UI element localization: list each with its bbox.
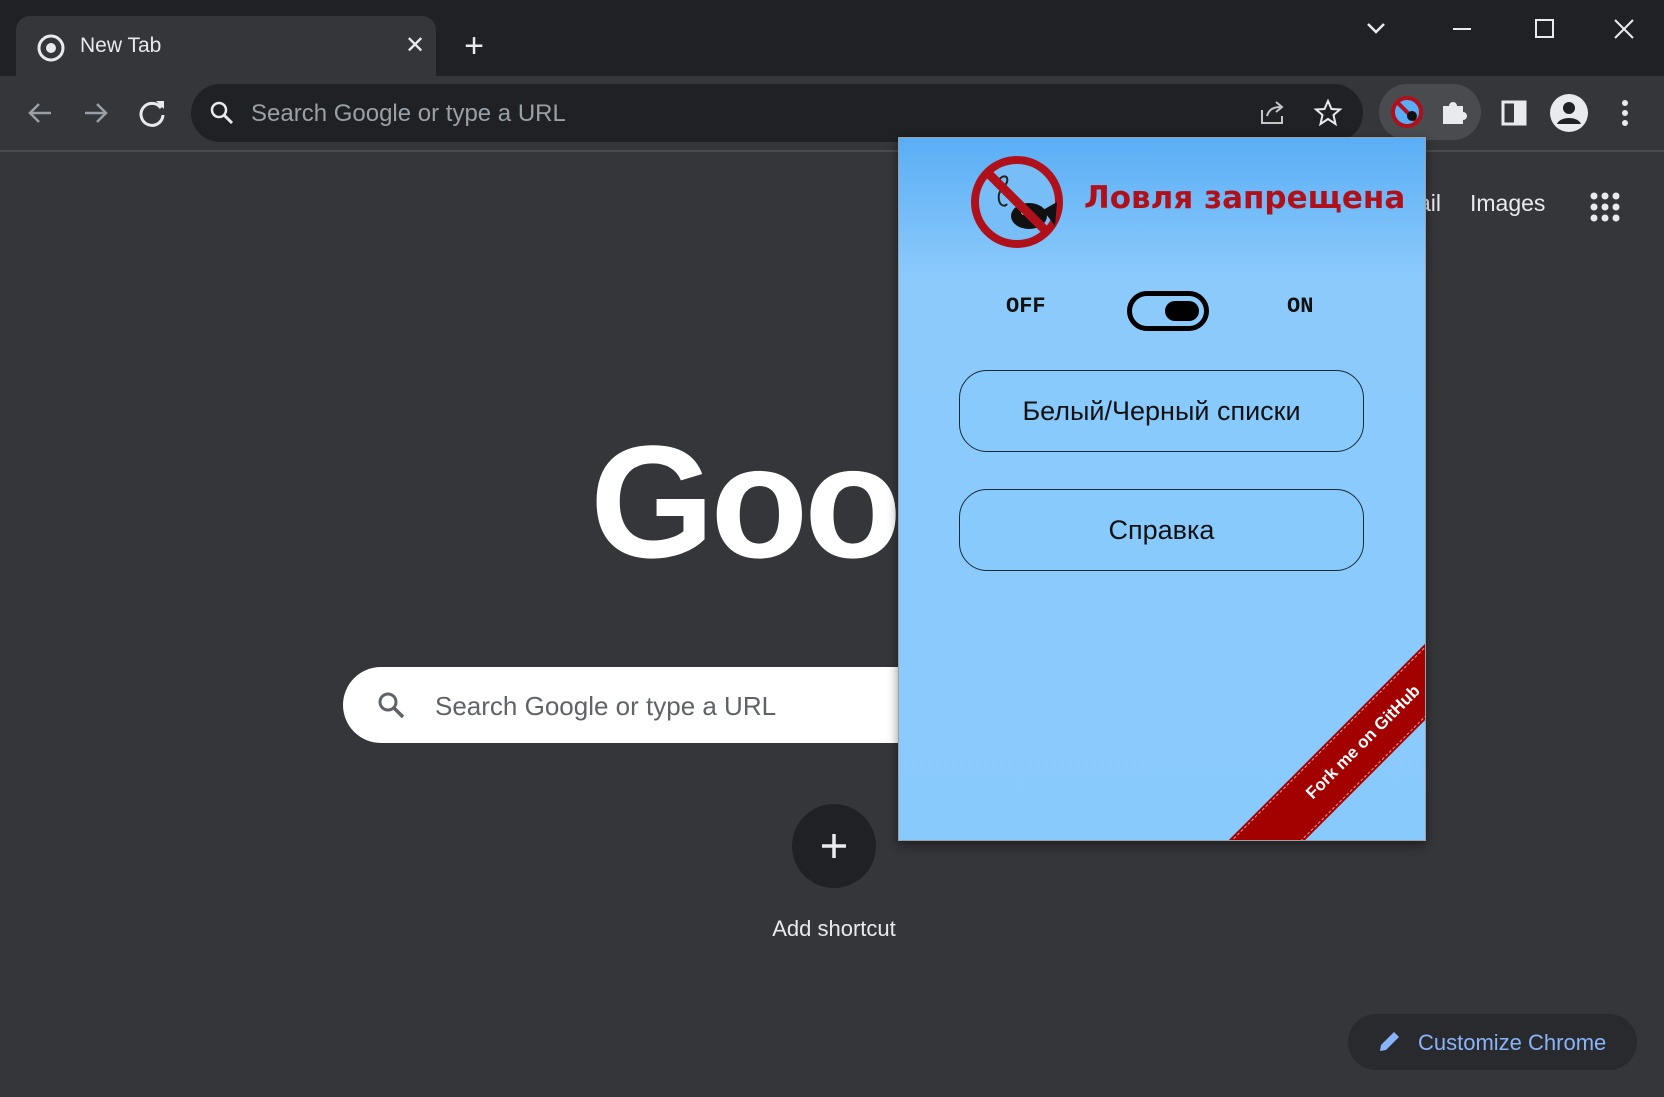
profile-avatar-icon[interactable] xyxy=(1549,93,1589,133)
extension-active-group xyxy=(1379,84,1481,140)
pencil-icon xyxy=(1380,1032,1399,1051)
reload-icon[interactable] xyxy=(132,93,172,133)
maximize-icon[interactable] xyxy=(1520,14,1568,44)
apps-grid-icon[interactable] xyxy=(1589,191,1621,223)
tab-search-icon[interactable] xyxy=(1352,14,1400,44)
search-icon xyxy=(210,101,234,125)
add-shortcut-label: Add shortcut xyxy=(772,916,896,941)
ntp-search-placeholder: Search Google or type a URL xyxy=(435,691,777,721)
add-shortcut-button[interactable] xyxy=(792,804,876,888)
close-window-icon[interactable] xyxy=(1600,14,1648,44)
images-link[interactable]: Images xyxy=(1470,190,1545,217)
bookmark-star-icon[interactable] xyxy=(1313,98,1343,128)
google-logo: Goo xyxy=(590,412,902,591)
customize-chrome-button[interactable]: Customize Chrome xyxy=(1348,1014,1637,1070)
share-icon[interactable] xyxy=(1257,98,1287,128)
tab-new-tab[interactable]: New Tab ✕ xyxy=(16,16,436,76)
side-panel-icon[interactable] xyxy=(1494,93,1534,133)
puzzle-extensions-icon[interactable] xyxy=(1435,94,1471,130)
extension-popup: Ловля запрещена OFF ON Белый/Черный спис… xyxy=(898,137,1426,841)
search-icon xyxy=(378,692,405,719)
forward-icon[interactable] xyxy=(76,93,116,133)
close-tab-icon[interactable]: ✕ xyxy=(400,31,430,61)
omnibox[interactable]: Search Google or type a URL xyxy=(191,84,1363,142)
chrome-menu-icon[interactable] xyxy=(1605,93,1645,133)
no-fishing-extension-icon[interactable] xyxy=(1389,94,1425,130)
tab-title: New Tab xyxy=(80,34,162,57)
new-tab-button[interactable]: + xyxy=(456,28,492,64)
ribbon-container: Fork me on GitHub xyxy=(899,138,1425,840)
customize-chrome-label: Customize Chrome xyxy=(1418,1030,1607,1055)
omnibox-placeholder: Search Google or type a URL xyxy=(251,100,566,127)
minimize-icon[interactable] xyxy=(1438,14,1486,44)
back-icon[interactable] xyxy=(20,93,60,133)
chrome-icon xyxy=(37,34,65,62)
fork-on-github-ribbon[interactable]: Fork me on GitHub xyxy=(1197,576,1425,840)
tab-strip: New Tab ✕ + xyxy=(0,0,1664,76)
plus-icon xyxy=(822,834,846,858)
